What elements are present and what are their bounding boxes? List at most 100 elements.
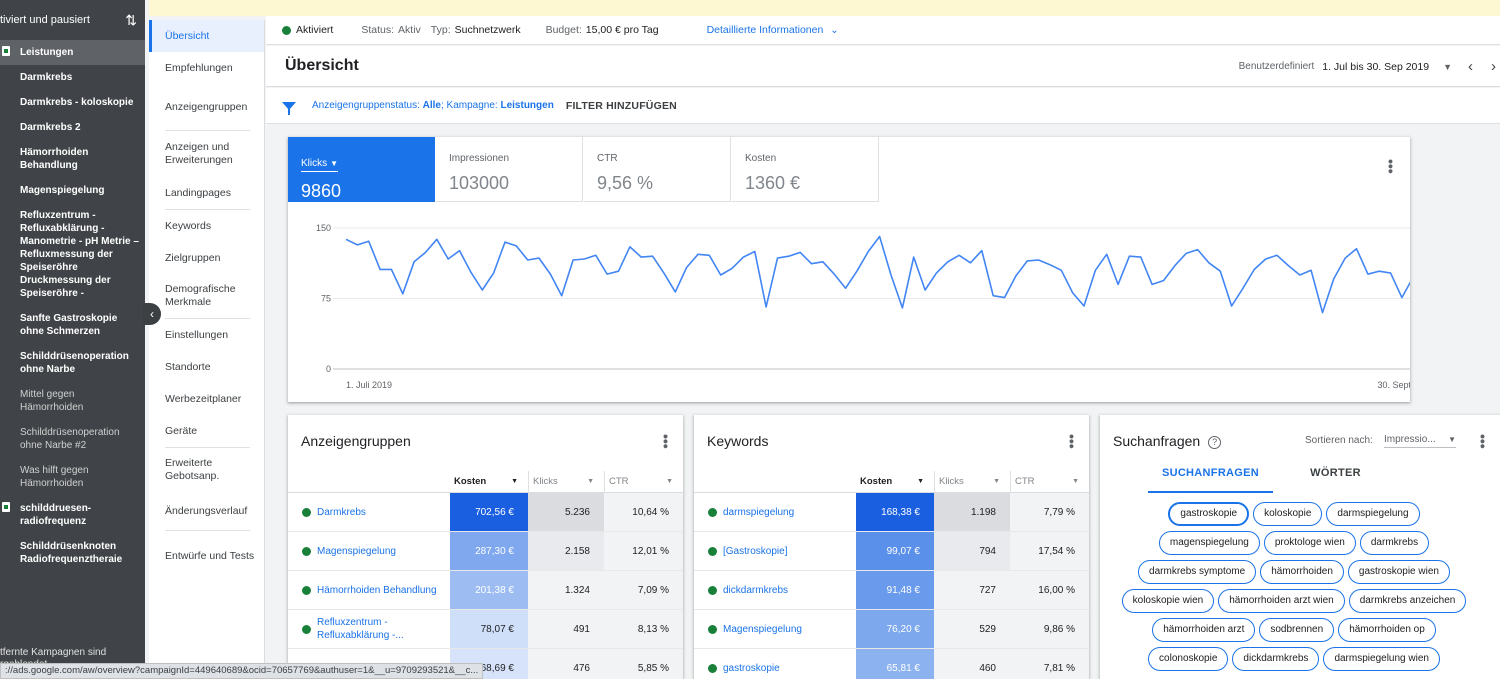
table-row[interactable]: Magenspiegelung 287,30 €2.158 12,01 % xyxy=(288,532,683,571)
row-name-link[interactable]: gastroskopie xyxy=(723,662,780,675)
query-chip[interactable]: proktologe wien xyxy=(1263,531,1356,555)
query-chip[interactable]: gastroskopie xyxy=(1168,502,1250,526)
sidebar-campaign-item[interactable]: Mittel gegen Hämorrhoiden xyxy=(0,382,145,420)
sidebar-campaign-item[interactable]: Darmkrebs - koloskopie xyxy=(0,90,145,115)
nav-item[interactable]: Demografische Merkmale xyxy=(149,274,264,318)
row-name-link[interactable]: Hämorrhoiden Behandlung xyxy=(317,584,437,597)
nav-item[interactable]: Geräte xyxy=(149,415,264,447)
date-range-value[interactable]: 1. Jul bis 30. Sep 2019 xyxy=(1322,61,1429,73)
dropdown-arrow-icon[interactable]: ▼ xyxy=(1443,62,1452,72)
row-name-cell[interactable]: Magenspiegelung xyxy=(288,532,450,570)
query-chip[interactable]: magenspiegelung xyxy=(1158,531,1260,555)
sidebar-campaign-item[interactable]: Darmkrebs 2 xyxy=(0,115,145,140)
query-chip[interactable]: koloskopie xyxy=(1253,502,1323,526)
sidebar-campaign-item[interactable]: Was hilft gegen Hämorrhoiden xyxy=(0,458,145,496)
nav-item[interactable]: Zielgruppen xyxy=(149,242,264,274)
sort-arrow-icon[interactable]: ▼ xyxy=(587,478,594,485)
table-row[interactable]: Hämorrhoiden Behandlung 201,38 €1.324 7,09… xyxy=(288,571,683,610)
nav-item[interactable]: Erweiterte Gebotsanp. xyxy=(149,448,264,492)
column-header[interactable]: Kosten ▼ xyxy=(856,471,934,492)
row-name-cell[interactable]: darmspiegelung xyxy=(694,493,856,531)
row-name-cell[interactable]: gastroskopie xyxy=(694,649,856,679)
query-chip[interactable]: darmspiegelung xyxy=(1326,502,1420,526)
row-name-cell[interactable]: [Gastroskopie] xyxy=(694,532,856,570)
query-chip[interactable]: darmkrebs symptome xyxy=(1138,560,1257,584)
table-row[interactable]: [Gastroskopie] 99,07 €794 17,54 % xyxy=(694,532,1089,571)
query-chip[interactable]: dickdarmkrebs xyxy=(1232,647,1320,671)
row-name-link[interactable]: dickdarmkrebs xyxy=(723,584,788,597)
query-chip[interactable]: darmkrebs anzeichen xyxy=(1348,589,1467,613)
sidebar-campaign-item[interactable]: schilddruesen-radiofrequenz xyxy=(0,496,145,534)
next-period-icon[interactable]: › xyxy=(1491,58,1496,75)
column-header[interactable]: Klicks ▼ xyxy=(528,471,604,492)
query-chip[interactable]: hämorrhoiden xyxy=(1260,560,1344,584)
nav-item[interactable]: Änderungsverlauf xyxy=(149,492,264,530)
sidebar-campaign-item[interactable]: Schilddrüsenknoten Radiofrequenztheraie xyxy=(0,534,145,572)
sort-arrow-icon[interactable]: ▼ xyxy=(666,478,673,485)
tab-words[interactable]: WÖRTER xyxy=(1273,467,1398,493)
sort-arrow-icon[interactable]: ▼ xyxy=(993,478,1000,485)
nav-item[interactable]: Werbezeitplaner xyxy=(149,383,264,415)
query-chip[interactable]: darmspiegelung wien xyxy=(1323,647,1440,671)
row-name-cell[interactable]: dickdarmkrebs xyxy=(694,571,856,609)
metric-tile[interactable]: Impressionen 103000 xyxy=(436,137,583,202)
row-name-link[interactable]: Magenspiegelung xyxy=(723,623,802,636)
query-chip[interactable]: sodbrennen xyxy=(1259,618,1335,642)
nav-item[interactable]: Anzeigen und Erweiterungen xyxy=(149,131,264,177)
nav-item[interactable]: Entwürfe und Tests xyxy=(149,531,264,581)
table-row[interactable]: Darmkrebs 702,56 €5.236 10,64 % xyxy=(288,493,683,532)
column-header[interactable]: CTR ▼ xyxy=(1010,471,1089,492)
query-chip[interactable]: darmkrebs xyxy=(1359,531,1430,555)
column-header[interactable]: Klicks ▼ xyxy=(934,471,1010,492)
metric-tile[interactable]: Klicks ▼ 9860 xyxy=(288,137,435,202)
nav-item[interactable]: Landingpages xyxy=(149,177,264,209)
sidebar-campaign-item[interactable]: Sanfte Gastroskopie ohne Schmerzen xyxy=(0,306,145,344)
sort-arrow-icon[interactable]: ▼ xyxy=(511,478,518,485)
nav-item[interactable]: Einstellungen xyxy=(149,319,264,351)
tab-search-queries[interactable]: SUCHANFRAGEN xyxy=(1148,467,1273,493)
query-chip[interactable]: gastroskopie wien xyxy=(1347,560,1450,584)
table-row[interactable]: gastroskopie 65,81 €460 7,81 % xyxy=(694,649,1089,679)
filter-icon[interactable] xyxy=(282,101,296,115)
more-options-icon[interactable]: ••• xyxy=(1475,434,1491,449)
row-name-link[interactable]: Magenspiegelung xyxy=(317,545,396,558)
metric-tile[interactable]: CTR 9,56 % xyxy=(584,137,731,202)
nav-item[interactable]: Anzeigengruppen xyxy=(149,84,264,130)
query-chip[interactable]: koloskopie wien xyxy=(1121,589,1215,613)
query-chip[interactable]: hämorrhoiden arzt wien xyxy=(1218,589,1345,613)
more-options-icon[interactable]: ••• xyxy=(1383,159,1399,174)
row-name-cell[interactable]: Hämorrhoiden Behandlung xyxy=(288,571,450,609)
row-name-link[interactable]: [Gastroskopie] xyxy=(723,545,787,558)
sidebar-campaign-item[interactable]: Schilddrüsenoperation ohne Narbe xyxy=(0,344,145,382)
date-range-picker[interactable]: Benutzerdefiniert 1. Jul bis 30. Sep 201… xyxy=(1239,46,1500,87)
row-name-link[interactable]: darmspiegelung xyxy=(723,506,794,519)
active-filter[interactable]: Anzeigengruppenstatus: Alle; Kampagne: L… xyxy=(312,100,554,111)
previous-period-icon[interactable]: ‹ xyxy=(1468,58,1473,75)
row-name-cell[interactable]: Magenspiegelung xyxy=(694,610,856,648)
column-header[interactable]: Kosten ▼ xyxy=(450,471,528,492)
table-row[interactable]: dickdarmkrebs 91,48 €727 16,00 % xyxy=(694,571,1089,610)
more-options-icon[interactable]: ••• xyxy=(1064,434,1080,449)
nav-item[interactable]: Standorte xyxy=(149,351,264,383)
sidebar-campaign-item[interactable]: Darmkrebs xyxy=(0,65,145,90)
dropdown-arrow-icon[interactable]: ▼ xyxy=(330,159,338,168)
more-options-icon[interactable]: ••• xyxy=(658,434,674,449)
sidebar-campaign-item[interactable]: Leistungen xyxy=(0,40,145,65)
row-name-cell[interactable]: Darmkrebs xyxy=(288,493,450,531)
sidebar-campaign-item[interactable]: Schilddrüsenoperation ohne Narbe #2 xyxy=(0,420,145,458)
sort-by-select[interactable]: Impressio... ▼ xyxy=(1384,434,1456,448)
help-icon[interactable]: ? xyxy=(1208,436,1222,449)
sort-icon[interactable]: ⇅ xyxy=(125,12,137,29)
sidebar-campaign-item[interactable]: Magenspiegelung xyxy=(0,178,145,203)
sidebar-campaign-item[interactable]: Hämorrhoiden Behandlung xyxy=(0,140,145,178)
sort-arrow-icon[interactable]: ▼ xyxy=(917,478,924,485)
column-header[interactable]: CTR ▼ xyxy=(604,471,683,492)
nav-item[interactable]: Keywords xyxy=(149,210,264,242)
sidebar-campaign-item[interactable]: Refluxzentrum - Refluxabklärung - Manome… xyxy=(0,203,145,306)
details-link[interactable]: Detaillierte Informationen ⌄ xyxy=(707,24,839,36)
row-name-link[interactable]: Darmkrebs xyxy=(317,506,366,519)
table-row[interactable]: darmspiegelung 168,38 €1.198 7,79 % xyxy=(694,493,1089,532)
table-row[interactable]: Refluxzentrum - Refluxabklärung -... 78,0… xyxy=(288,610,683,649)
row-name-link[interactable]: Refluxzentrum - Refluxabklärung -... xyxy=(317,616,450,642)
row-name-cell[interactable]: Refluxzentrum - Refluxabklärung -... xyxy=(288,610,450,648)
